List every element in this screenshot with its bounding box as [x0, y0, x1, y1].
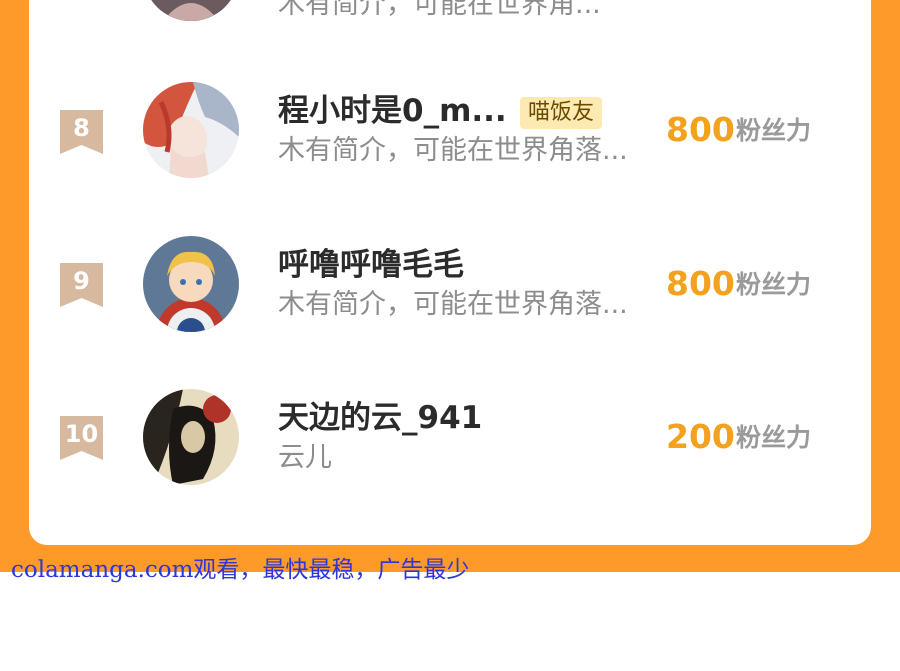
- user-bio: 云儿: [278, 442, 332, 473]
- fans-unit-label: 粉丝力: [736, 423, 812, 452]
- fans-count: 200: [666, 417, 735, 456]
- user-bio: 木有简介，可能在世界角...: [278, 0, 601, 20]
- leaderboard-row-9[interactable]: 9 呼噜呼噜毛毛 木有简介，可能在世界角落... 800 粉丝力: [29, 224, 871, 344]
- rank-number: 8: [73, 114, 90, 142]
- user-name[interactable]: 天边的云_941: [278, 398, 482, 438]
- leaderboard-row-8[interactable]: 8 程小时是0_m... 喵饭友 木有简介，可能在世界角落... 800 粉丝力: [29, 70, 871, 190]
- leaderboard-card: 木有简介，可能在世界角... 8 程小时是0_m... 喵饭友 木有简介，可能在…: [29, 0, 871, 545]
- user-name[interactable]: 呼噜呼噜毛毛: [278, 245, 464, 285]
- fan-badge: 喵饭友: [520, 97, 603, 129]
- fans-unit-label: 粉丝力: [736, 270, 812, 299]
- user-avatar[interactable]: [143, 389, 239, 485]
- user-name[interactable]: 程小时是0_m...: [278, 91, 507, 131]
- fans-unit-label: 粉丝力: [736, 116, 812, 145]
- user-avatar[interactable]: [143, 82, 239, 178]
- rank-ribbon-badge: 8: [60, 110, 103, 154]
- orange-frame: 木有简介，可能在世界角... 8 程小时是0_m... 喵饭友 木有简介，可能在…: [0, 0, 900, 572]
- leaderboard-row-10[interactable]: 10 天边的云_941 云儿 200 粉丝力: [29, 377, 871, 497]
- user-bio: 木有简介，可能在世界角落...: [278, 135, 628, 166]
- rank-ribbon-badge: 9: [60, 263, 103, 307]
- fans-count: 800: [666, 110, 735, 149]
- rank-number: 10: [64, 420, 99, 448]
- fans-count: 800: [666, 264, 735, 303]
- rank-ribbon-badge: 10: [60, 416, 103, 460]
- user-avatar[interactable]: [143, 236, 239, 332]
- site-watermark: colamanga.com观看，最快最稳，广告最少: [11, 557, 470, 583]
- leaderboard-row-7[interactable]: 木有简介，可能在世界角...: [29, 0, 871, 21]
- user-bio: 木有简介，可能在世界角落...: [278, 289, 628, 320]
- rank-number: 9: [73, 267, 90, 295]
- user-avatar[interactable]: [143, 0, 239, 21]
